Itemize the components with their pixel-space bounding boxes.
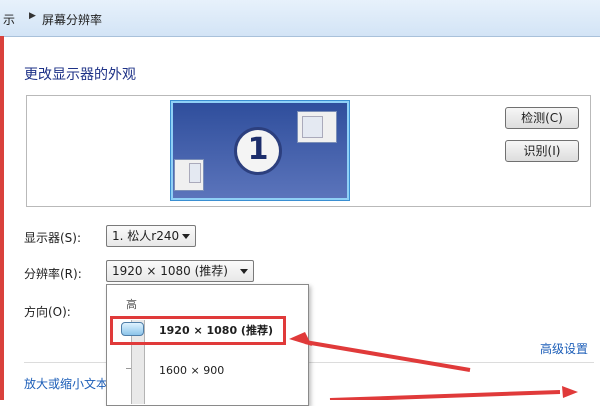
annotation-arrowhead	[562, 386, 578, 398]
annotation-arrow-line	[329, 390, 561, 400]
annotation-arrow-line	[304, 340, 471, 372]
annotation-arrows	[289, 332, 578, 400]
